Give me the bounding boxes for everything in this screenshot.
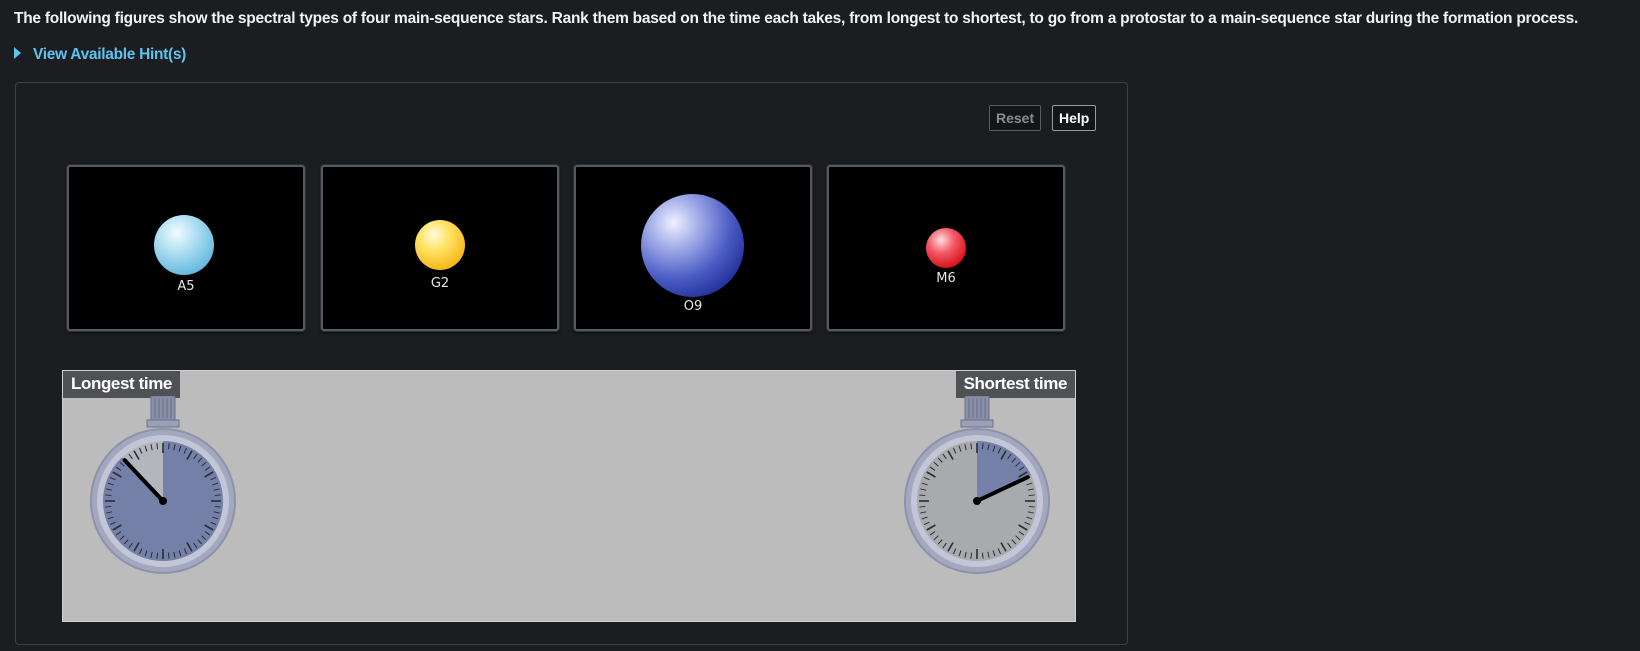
star-label: M6 <box>936 271 956 286</box>
triangle-right-icon <box>14 47 21 59</box>
view-hints-toggle[interactable]: View Available Hint(s) <box>14 46 186 64</box>
help-button[interactable]: Help <box>1052 105 1097 131</box>
star-card-a5[interactable]: A5 <box>67 165 305 331</box>
star-card-m6[interactable]: M6 <box>827 165 1065 331</box>
star-o9-icon <box>641 194 744 297</box>
star-g2-icon <box>415 220 465 270</box>
longest-time-label: Longest time <box>63 371 180 398</box>
ranking-drop-zone[interactable]: Longest time Shortest time <box>62 370 1076 622</box>
stopwatch-short-icon <box>904 396 1050 574</box>
question-text: The following figures show the spectral … <box>14 10 1579 27</box>
star-m6-icon <box>926 228 966 268</box>
star-label: G2 <box>430 276 450 291</box>
view-hints-label[interactable]: View Available Hint(s) <box>33 46 186 64</box>
stopwatch-long-icon <box>90 396 236 574</box>
star-card-g2[interactable]: G2 <box>321 165 559 331</box>
star-label: O9 <box>683 299 703 314</box>
reset-button[interactable]: Reset <box>989 105 1042 131</box>
star-a5-icon <box>154 215 214 275</box>
star-label: A5 <box>177 279 195 294</box>
shortest-time-label: Shortest time <box>955 371 1075 398</box>
star-card-o9[interactable]: O9 <box>574 165 812 331</box>
ranking-panel: Reset Help A5 G2 O9 M6 Longest time Shor… <box>15 82 1128 645</box>
